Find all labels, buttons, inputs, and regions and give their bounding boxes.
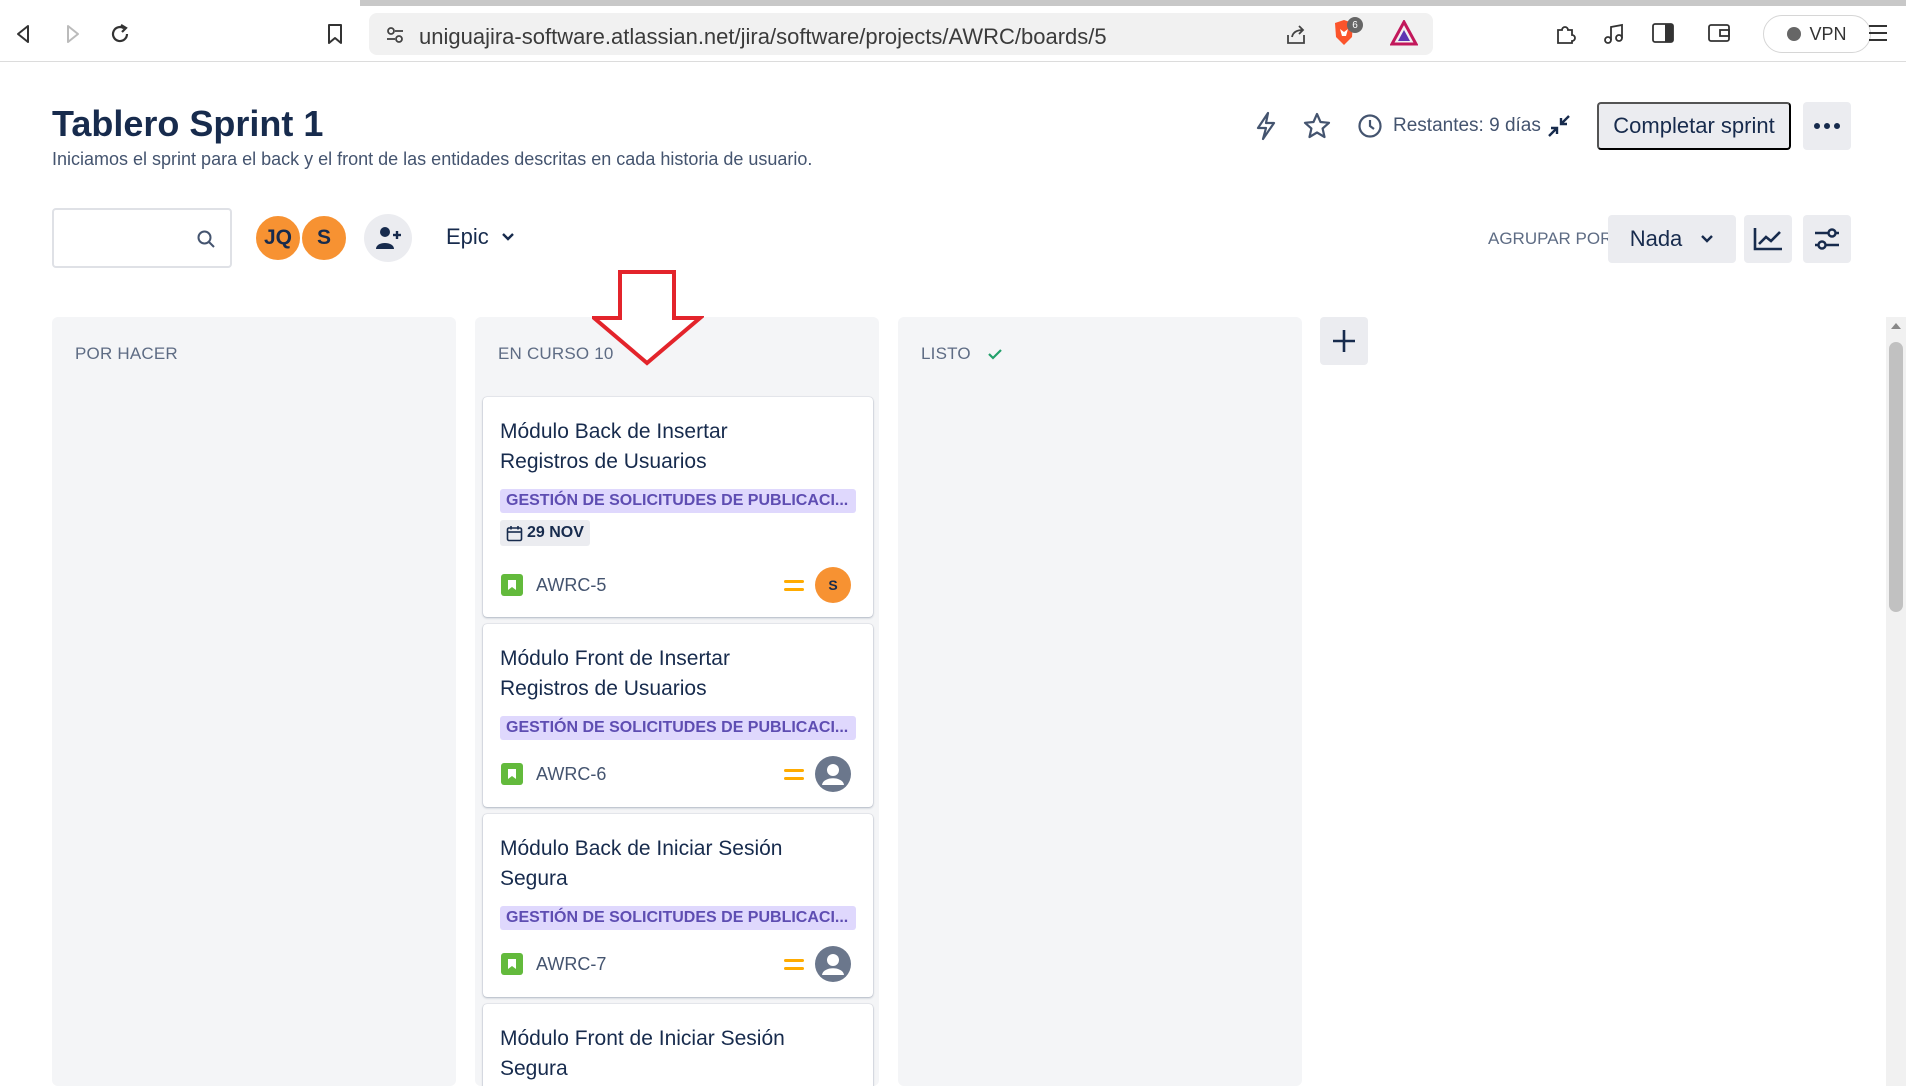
issue-key[interactable]: AWRC-6 bbox=[536, 764, 606, 785]
epic-filter-label: Epic bbox=[446, 224, 489, 249]
media-music-icon[interactable] bbox=[1603, 22, 1625, 46]
chevron-down-icon bbox=[1701, 235, 1714, 243]
url-text[interactable]: uniguajira-software.atlassian.net/jira/s… bbox=[419, 24, 1107, 50]
epic-lozenge[interactable]: GESTIÓN DE SOLICITUDES DE PUBLICACI... bbox=[500, 906, 856, 930]
column-header: LISTO bbox=[921, 344, 1003, 364]
add-person-icon bbox=[376, 227, 401, 249]
column-title: POR HACER bbox=[75, 344, 178, 363]
avatar-filter-s[interactable]: S bbox=[300, 214, 348, 262]
sprint-goal: Iniciamos el sprint para el back y el fr… bbox=[52, 149, 813, 169]
sliders-icon bbox=[1815, 228, 1839, 250]
vpn-button[interactable]: VPN bbox=[1763, 15, 1871, 53]
complete-sprint-button[interactable]: Completar sprint bbox=[1597, 102, 1791, 150]
column-in-progress: EN CURSO 10 Módulo Back de Insertar Regi… bbox=[475, 317, 879, 1086]
url-host: uniguajira-software.atlassian.net bbox=[419, 24, 735, 49]
issue-card[interactable]: Módulo Front de Iniciar Sesión Segura bbox=[483, 1004, 873, 1086]
more-actions-button[interactable] bbox=[1803, 102, 1851, 150]
minimize-arrows-icon bbox=[1548, 115, 1570, 137]
sidebar-toggle-icon[interactable] bbox=[1651, 22, 1675, 44]
story-type-icon bbox=[501, 763, 523, 785]
url-path: /jira/software/projects/AWRC/boards/5 bbox=[734, 24, 1107, 49]
reload-icon bbox=[111, 24, 129, 43]
brave-rewards-icon[interactable] bbox=[1390, 20, 1418, 46]
shield-count-badge: 6 bbox=[1347, 17, 1363, 33]
brave-shield-button[interactable]: 6 bbox=[1332, 17, 1363, 49]
unassigned-avatar-icon[interactable] bbox=[815, 946, 851, 982]
issue-key[interactable]: AWRC-5 bbox=[536, 575, 606, 596]
vpn-label: VPN bbox=[1809, 23, 1847, 44]
search-input[interactable] bbox=[64, 222, 184, 254]
browser-toolbar: uniguajira-software.atlassian.net/jira/s… bbox=[0, 0, 1906, 62]
forward-arrow-icon bbox=[67, 25, 79, 43]
epic-filter-dropdown[interactable]: Epic bbox=[446, 224, 515, 250]
due-date-badge: 29 NOV bbox=[500, 520, 590, 546]
lightning-icon bbox=[1256, 111, 1276, 141]
page-title: Tablero Sprint 1 bbox=[52, 103, 324, 144]
star-button[interactable] bbox=[1299, 108, 1335, 144]
bookmark-button[interactable] bbox=[321, 20, 349, 48]
view-settings-button[interactable] bbox=[1803, 215, 1851, 263]
share-icon[interactable] bbox=[1284, 23, 1308, 47]
page-scrollbar[interactable] bbox=[1886, 317, 1906, 1086]
scroll-up-arrow-icon[interactable] bbox=[1891, 323, 1901, 329]
search-icon bbox=[197, 230, 215, 248]
board-search[interactable] bbox=[52, 208, 232, 268]
star-icon bbox=[1303, 112, 1331, 139]
avatar-filter-jq[interactable]: JQ bbox=[254, 214, 302, 262]
add-column-button[interactable] bbox=[1320, 317, 1368, 365]
story-type-icon bbox=[501, 574, 523, 596]
checkmark-icon bbox=[988, 349, 1002, 360]
page-load-bar bbox=[360, 0, 1906, 6]
automation-button[interactable] bbox=[1248, 108, 1284, 144]
group-by-label: AGRUPAR POR bbox=[1488, 229, 1613, 248]
issue-card[interactable]: Módulo Back de Iniciar Sesión Segura GES… bbox=[483, 814, 873, 997]
address-bar[interactable]: uniguajira-software.atlassian.net/jira/s… bbox=[369, 13, 1433, 55]
calendar-icon bbox=[506, 525, 523, 541]
site-settings-icon[interactable] bbox=[385, 25, 405, 45]
group-by-value: Nada bbox=[1629, 226, 1683, 251]
add-people-button[interactable] bbox=[364, 214, 412, 262]
back-arrow-icon bbox=[17, 25, 29, 43]
ellipsis-icon bbox=[1814, 123, 1840, 129]
column-header: POR HACER bbox=[75, 344, 178, 364]
bookmark-icon bbox=[328, 24, 342, 44]
insights-button[interactable] bbox=[1744, 215, 1792, 263]
hamburger-menu-icon[interactable] bbox=[1867, 23, 1889, 43]
clock-icon bbox=[1358, 114, 1382, 138]
wallet-icon[interactable] bbox=[1707, 22, 1731, 44]
line-chart-icon bbox=[1753, 228, 1782, 251]
epic-lozenge[interactable]: GESTIÓN DE SOLICITUDES DE PUBLICACI... bbox=[500, 716, 856, 740]
card-summary: Módulo Back de Insertar Registros de Usu… bbox=[500, 420, 728, 473]
priority-medium-icon bbox=[784, 580, 804, 594]
issue-card[interactable]: Módulo Back de Insertar Registros de Usu… bbox=[483, 397, 873, 617]
extensions-icon[interactable] bbox=[1553, 22, 1577, 46]
scrollbar-thumb[interactable] bbox=[1889, 342, 1903, 612]
card-summary: Módulo Front de Iniciar Sesión Segura bbox=[500, 1027, 785, 1080]
priority-medium-icon bbox=[784, 959, 804, 973]
back-button[interactable] bbox=[10, 20, 38, 48]
due-date-text: 29 NOV bbox=[527, 524, 584, 541]
sprint-remaining: Restantes: 9 días bbox=[1357, 113, 1541, 139]
epic-lozenge[interactable]: GESTIÓN DE SOLICITUDES DE PUBLICACI... bbox=[500, 489, 856, 513]
plus-icon bbox=[1333, 330, 1355, 352]
chevron-down-icon bbox=[501, 233, 514, 241]
priority-medium-icon bbox=[784, 769, 804, 783]
issue-card[interactable]: Módulo Front de Insertar Registros de Us… bbox=[483, 624, 873, 807]
annotation-down-arrow-icon bbox=[592, 270, 704, 366]
column-todo: POR HACER bbox=[52, 317, 456, 1086]
story-type-icon bbox=[501, 953, 523, 975]
card-summary: Módulo Back de Iniciar Sesión Segura bbox=[500, 837, 783, 890]
remaining-days-text: Restantes: 9 días bbox=[1393, 115, 1541, 136]
column-title: LISTO bbox=[921, 344, 971, 363]
reload-button[interactable] bbox=[106, 20, 134, 48]
column-done: LISTO bbox=[898, 317, 1302, 1086]
vpn-status-icon bbox=[1787, 27, 1802, 41]
unassigned-avatar-icon[interactable] bbox=[815, 756, 851, 792]
issue-key[interactable]: AWRC-7 bbox=[536, 954, 606, 975]
group-by-dropdown[interactable]: Nada bbox=[1608, 215, 1736, 263]
collapse-view-button[interactable] bbox=[1541, 108, 1577, 144]
forward-button[interactable] bbox=[58, 20, 86, 48]
assignee-avatar[interactable]: S bbox=[815, 567, 851, 603]
card-summary: Módulo Front de Insertar Registros de Us… bbox=[500, 647, 730, 700]
